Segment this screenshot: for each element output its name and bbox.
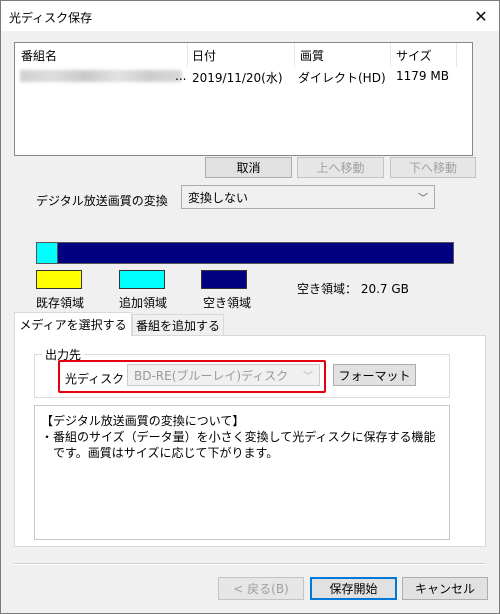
disc-select-value: BD-RE(ブルーレイ)ディスク <box>134 368 289 383</box>
format-button[interactable]: フォーマット <box>333 364 416 386</box>
column-header-size[interactable]: サイズ <box>396 47 432 65</box>
capacity-bar <box>36 242 454 264</box>
column-header-quality[interactable]: 画質 <box>300 47 324 65</box>
move-up-button[interactable]: 上へ移動 <box>297 157 384 178</box>
capacity-bar-added <box>37 243 58 263</box>
column-separator <box>294 43 295 67</box>
conversion-select[interactable]: 変換しない ﹀ <box>181 185 435 209</box>
program-date[interactable]: 2019/11/20(水) <box>192 69 283 86</box>
disc-label: 光ディスク <box>65 372 125 386</box>
info-line: ・番組のサイズ（データ量）を小さく変換して光ディスクに保存する機能 <box>41 430 436 444</box>
column-header-date[interactable]: 日付 <box>192 47 216 65</box>
info-title: 【デジタル放送画質の変換について】 <box>41 414 245 428</box>
remove-button[interactable]: 取消 <box>205 157 292 178</box>
column-separator <box>456 43 457 67</box>
column-separator <box>187 43 188 67</box>
start-save-button[interactable]: 保存開始 <box>310 577 397 600</box>
column-separator <box>390 43 391 67</box>
conversion-select-value: 変換しない <box>188 190 249 205</box>
tab-add-program[interactable]: 番組を追加する <box>132 314 224 336</box>
tab-select-media[interactable]: メディアを選択する <box>14 312 132 336</box>
legend-swatch-added <box>119 270 165 289</box>
legend-label-free: 空き領域 <box>203 296 252 310</box>
program-size[interactable]: 1179 MB <box>396 69 449 83</box>
window-title: 光ディスク保存 <box>9 11 93 25</box>
chevron-down-icon: ﹀ <box>303 371 313 383</box>
column-header-name[interactable]: 番組名 <box>21 47 57 65</box>
legend-label-added: 追加領域 <box>119 296 168 310</box>
disc-select[interactable]: BD-RE(ブルーレイ)ディスク ﹀ <box>127 364 320 386</box>
cancel-button[interactable]: キャンセル <box>402 577 488 600</box>
legend-label-existing: 既存領域 <box>36 296 85 310</box>
info-box: 【デジタル放送画質の変換について】 ・番組のサイズ（データ量）を小さく変換して光… <box>34 405 450 540</box>
legend-swatch-free <box>201 270 247 289</box>
free-space-text: 空き領域： 20.7 GB <box>297 282 409 296</box>
conversion-label: デジタル放送画質の変換 <box>36 194 168 208</box>
chevron-down-icon: ﹀ <box>418 193 428 205</box>
program-quality[interactable]: ダイレクト(HD) <box>298 69 386 86</box>
close-icon: ✕ <box>474 6 488 26</box>
legend-swatch-existing <box>36 270 82 289</box>
program-name-ellipsis: ... <box>175 69 187 83</box>
title-bar: 光ディスク保存 ✕ <box>1 1 499 31</box>
footer-divider-highlight <box>14 564 486 565</box>
program-name-redacted <box>20 70 182 82</box>
back-button[interactable]: < 戻る(B) <box>218 577 304 600</box>
close-button[interactable]: ✕ <box>469 5 493 27</box>
move-down-button[interactable]: 下へ移動 <box>390 157 476 178</box>
program-list[interactable]: 番組名 日付 画質 サイズ ... 2019/11/20(水) ダイレクト(HD… <box>14 42 473 156</box>
info-line: です。画質はサイズに応じて下がります。 <box>41 446 279 460</box>
